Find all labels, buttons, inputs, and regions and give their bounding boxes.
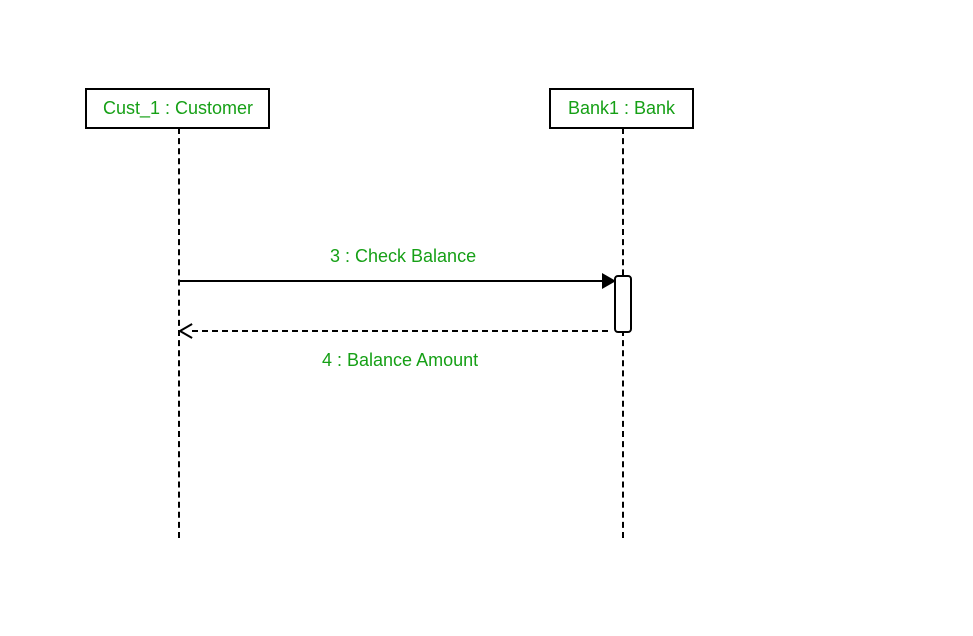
arrowhead-left-icon bbox=[180, 323, 194, 339]
activation-bar-bank bbox=[614, 275, 632, 333]
lifeline-customer: Cust_1 : Customer bbox=[85, 88, 270, 129]
lifeline-bank-label: Bank1 : Bank bbox=[568, 98, 675, 118]
message-check-balance-label: 3 : Check Balance bbox=[330, 246, 476, 267]
lifeline-customer-label: Cust_1 : Customer bbox=[103, 98, 253, 118]
message-balance-amount-label: 4 : Balance Amount bbox=[322, 350, 478, 371]
lifeline-bank: Bank1 : Bank bbox=[549, 88, 694, 129]
message-check-balance-arrow bbox=[180, 280, 608, 282]
message-balance-amount-arrow bbox=[192, 330, 608, 332]
lifeline-bank-dash bbox=[622, 128, 624, 538]
